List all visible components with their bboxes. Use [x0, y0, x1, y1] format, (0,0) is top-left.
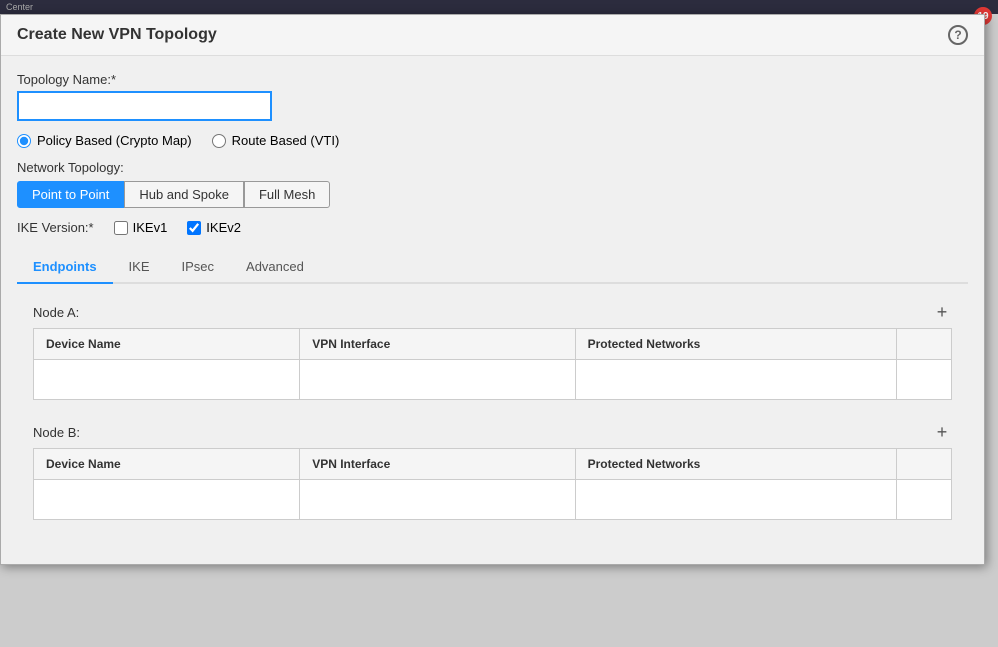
help-icon[interactable]: ? — [948, 25, 968, 45]
node-b-table-header-row: Device Name VPN Interface Protected Netw… — [34, 449, 952, 480]
tab-ipsec[interactable]: IPsec — [166, 251, 231, 284]
ikev1-label: IKEv1 — [133, 220, 168, 235]
node-a-label: Node A: — [33, 305, 79, 320]
app-title: Center — [6, 2, 33, 12]
col-header-vpn-interface-a: VPN Interface — [300, 329, 575, 360]
topology-name-input[interactable] — [17, 91, 272, 121]
node-a-device-cell — [34, 360, 300, 400]
modal-body: Topology Name:* Policy Based (Crypto Map… — [1, 56, 984, 564]
node-a-section: Node A: + Device Name VPN Interface Prot… — [33, 296, 952, 400]
col-header-actions-b — [896, 449, 951, 480]
ikev1-checkbox[interactable] — [114, 221, 128, 235]
modal-title: Create New VPN Topology — [17, 26, 217, 44]
topology-name-row: Topology Name:* — [17, 72, 968, 121]
node-b-label: Node B: — [33, 425, 80, 440]
tab-ike[interactable]: IKE — [113, 251, 166, 284]
node-a-add-button[interactable]: + — [932, 302, 952, 322]
tabs-bar: Endpoints IKE IPsec Advanced — [17, 251, 968, 284]
ike-version-label: IKE Version:* — [17, 220, 94, 235]
radio-policy-input[interactable] — [17, 134, 31, 148]
node-a-actions-cell — [896, 360, 951, 400]
col-header-vpn-interface-b: VPN Interface — [300, 449, 575, 480]
ikev2-label: IKEv2 — [206, 220, 241, 235]
node-a-table: Device Name VPN Interface Protected Netw… — [33, 328, 952, 400]
node-b-vpn-cell — [300, 480, 575, 520]
tab-endpoints[interactable]: Endpoints — [17, 251, 113, 284]
radio-route-label: Route Based (VTI) — [232, 133, 340, 148]
tab-content-endpoints: Node A: + Device Name VPN Interface Prot… — [17, 284, 968, 548]
radio-route-input[interactable] — [212, 134, 226, 148]
node-b-header: Node B: + — [33, 416, 952, 448]
col-header-device-name-a: Device Name — [34, 329, 300, 360]
topology-name-label: Topology Name:* — [17, 72, 968, 87]
col-header-actions-a — [896, 329, 951, 360]
ikev2-checkbox[interactable] — [187, 221, 201, 235]
node-b-table: Device Name VPN Interface Protected Netw… — [33, 448, 952, 520]
btn-full-mesh[interactable]: Full Mesh — [244, 181, 330, 208]
radio-policy-label: Policy Based (Crypto Map) — [37, 133, 192, 148]
node-b-empty-row — [34, 480, 952, 520]
node-a-protected-cell — [575, 360, 896, 400]
radio-policy-based[interactable]: Policy Based (Crypto Map) — [17, 133, 192, 148]
node-b-add-button[interactable]: + — [932, 422, 952, 442]
radio-group: Policy Based (Crypto Map) Route Based (V… — [17, 133, 968, 148]
node-b-section: Node B: + Device Name VPN Interface Prot… — [33, 416, 952, 520]
network-topology-label: Network Topology: — [17, 160, 968, 175]
col-header-device-name-b: Device Name — [34, 449, 300, 480]
top-strip: Center 19 — [0, 0, 998, 14]
node-a-header: Node A: + — [33, 296, 952, 328]
topology-button-group: Point to Point Hub and Spoke Full Mesh — [17, 181, 968, 208]
ikev1-option[interactable]: IKEv1 — [114, 220, 168, 235]
col-header-protected-networks-b: Protected Networks — [575, 449, 896, 480]
ike-version-row: IKE Version:* IKEv1 IKEv2 — [17, 220, 968, 235]
node-b-protected-cell — [575, 480, 896, 520]
radio-route-based[interactable]: Route Based (VTI) — [212, 133, 340, 148]
create-vpn-topology-modal: Create New VPN Topology ? Topology Name:… — [0, 14, 985, 565]
node-b-device-cell — [34, 480, 300, 520]
ikev2-option[interactable]: IKEv2 — [187, 220, 241, 235]
modal-header: Create New VPN Topology ? — [1, 15, 984, 56]
col-header-protected-networks-a: Protected Networks — [575, 329, 896, 360]
node-a-table-header-row: Device Name VPN Interface Protected Netw… — [34, 329, 952, 360]
network-topology-row: Network Topology: Point to Point Hub and… — [17, 160, 968, 208]
node-a-empty-row — [34, 360, 952, 400]
btn-hub-and-spoke[interactable]: Hub and Spoke — [124, 181, 244, 208]
btn-point-to-point[interactable]: Point to Point — [17, 181, 124, 208]
node-a-vpn-cell — [300, 360, 575, 400]
node-b-actions-cell — [896, 480, 951, 520]
tab-advanced[interactable]: Advanced — [230, 251, 320, 284]
